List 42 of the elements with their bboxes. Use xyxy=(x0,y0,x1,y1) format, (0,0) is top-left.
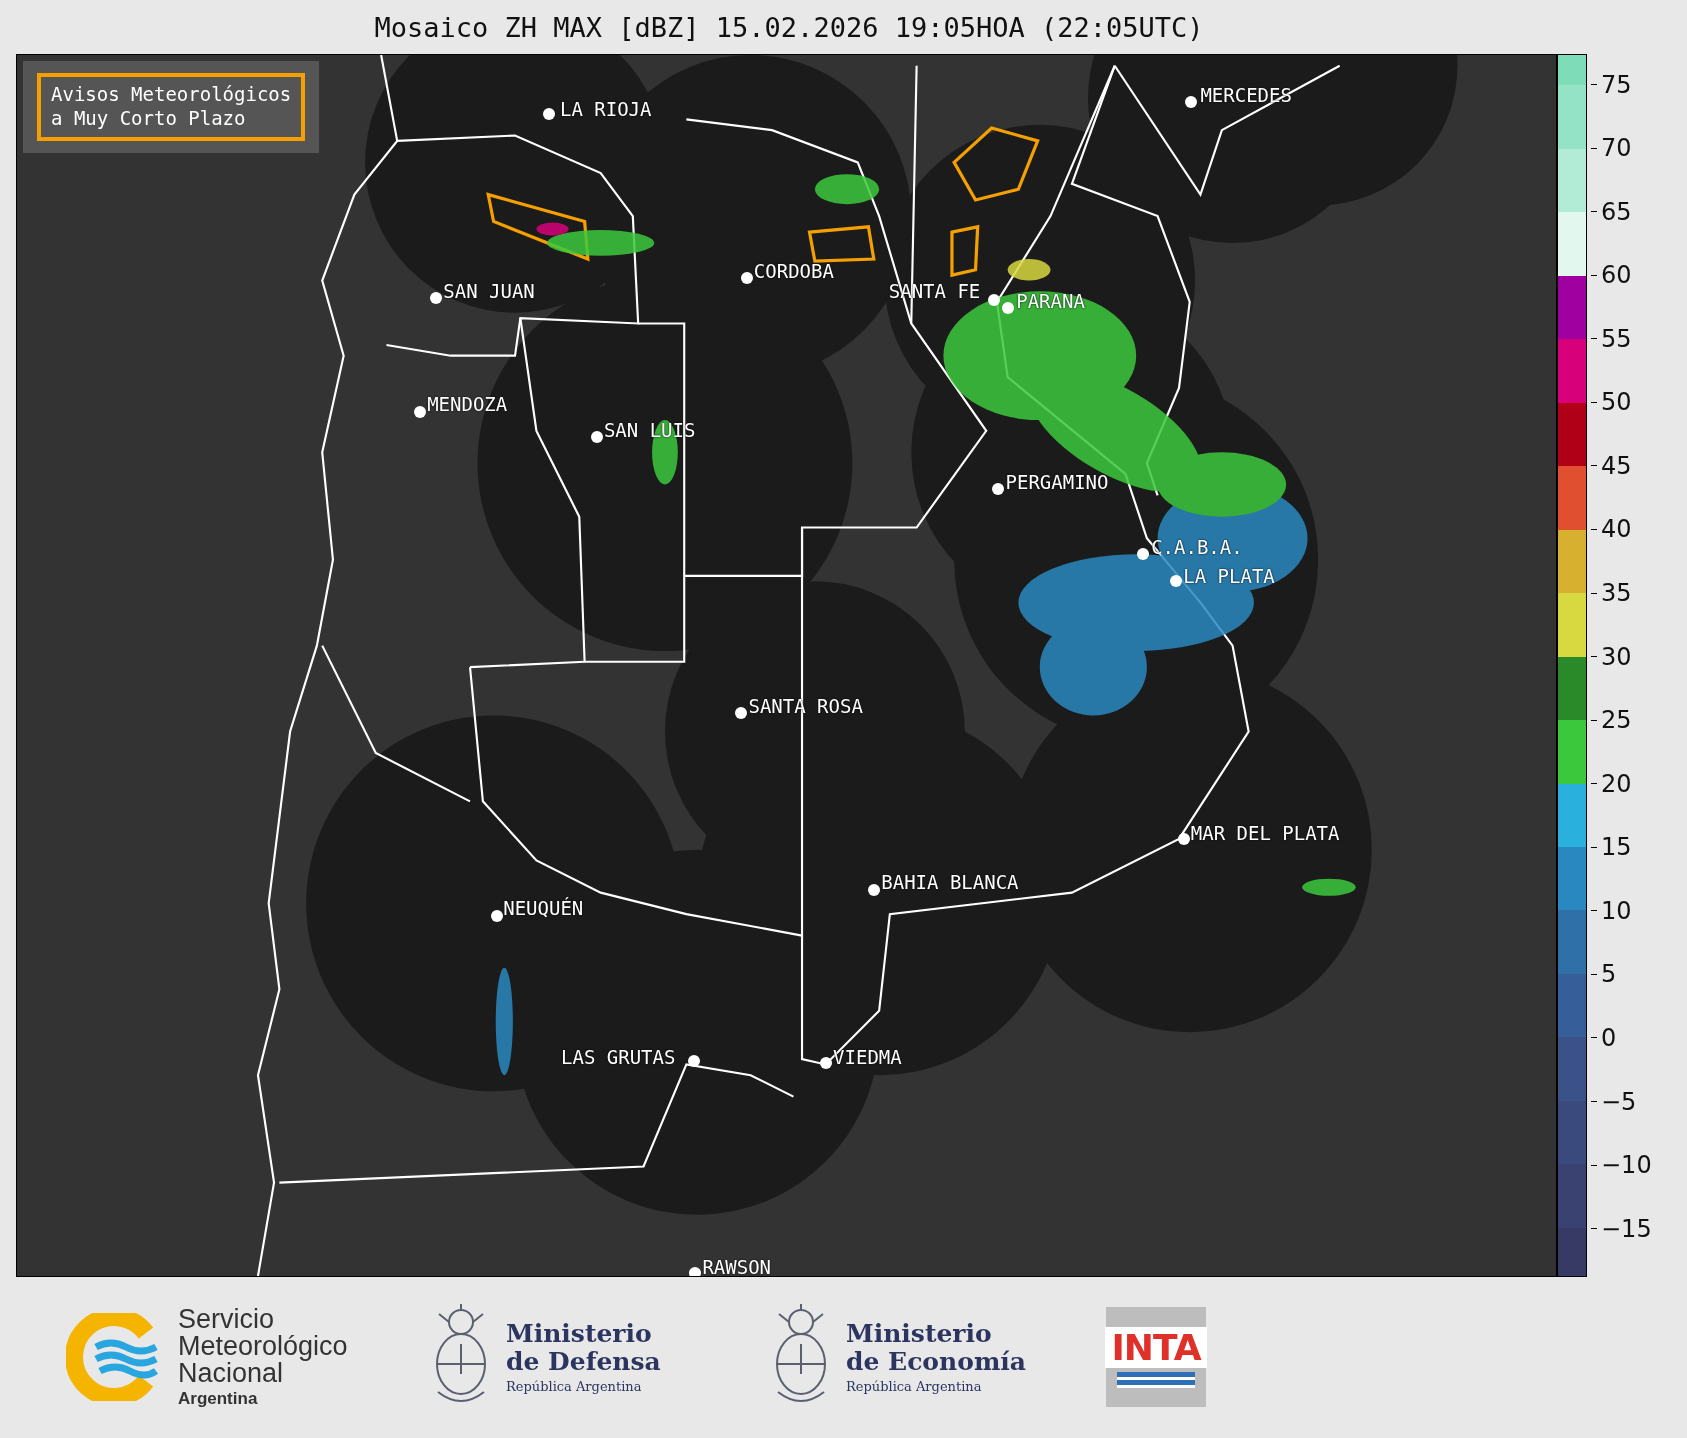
ministry-country: República Argentina xyxy=(506,1379,643,1394)
city-label: MAR DEL PLATA xyxy=(1190,823,1340,843)
city-label: RAWSON xyxy=(702,1257,772,1276)
inta-logo: INTA xyxy=(1106,1307,1206,1407)
city-label: NEUQUÉN xyxy=(503,899,584,919)
city-label: LAS GRUTAS xyxy=(561,1048,676,1068)
scale-tick-label: 0 xyxy=(1601,1024,1617,1052)
city-label: BAHIA BLANCA xyxy=(881,873,1019,893)
scale-tick-label: −5 xyxy=(1601,1087,1637,1116)
scale-tick-label: 5 xyxy=(1601,960,1617,989)
city-label: LA PLATA xyxy=(1183,567,1275,587)
scale-tick-label: 15 xyxy=(1601,833,1632,862)
scale-tick-label: −10 xyxy=(1601,1151,1652,1180)
scale-tick-label: 50 xyxy=(1601,388,1632,417)
city-label: SAN JUAN xyxy=(443,281,535,301)
scale-tick-label: 20 xyxy=(1601,769,1632,798)
warning-legend: Avisos Meteorológicos a Muy Corto Plazo xyxy=(37,73,306,141)
scale-tick-label: 45 xyxy=(1601,451,1632,480)
scale-tick-label: 35 xyxy=(1601,579,1632,608)
city-label: PARANA xyxy=(1016,292,1085,312)
scale-tick-label: 30 xyxy=(1601,642,1632,671)
city-label: CORDOBA xyxy=(753,262,834,282)
ministry-name: Ministerio de Economía xyxy=(846,1320,1027,1375)
scale-tick-label: −15 xyxy=(1601,1214,1652,1243)
chart-title: Mosaico ZH MAX [dBZ] 15.02.2026 19:05HOA (22:05UTC) xyxy=(373,10,1205,45)
city-label: PERGAMINO xyxy=(1005,472,1109,492)
scale-tick-label: 70 xyxy=(1601,134,1632,163)
city-label: LA RIOJA xyxy=(560,100,652,120)
scale-tick-label: 60 xyxy=(1601,261,1632,290)
scale-tick-label: 65 xyxy=(1601,197,1632,226)
scale-tick-label: 75 xyxy=(1601,70,1632,99)
city-label: MENDOZA xyxy=(427,395,508,415)
city-label: VIEDMA xyxy=(833,1048,902,1068)
scale-tick-label: 10 xyxy=(1601,896,1632,925)
ministry-name: Ministerio de Defensa xyxy=(506,1320,661,1375)
scale-tick-label: 25 xyxy=(1601,706,1632,735)
ministry-country: República Argentina xyxy=(846,1379,983,1394)
scale-tick-label: 40 xyxy=(1601,515,1632,544)
scale-tick-label: 55 xyxy=(1601,324,1632,353)
agency-name: Servicio Meteorológico Nacional xyxy=(178,1305,348,1387)
city-dot-icon xyxy=(688,1266,701,1276)
agency-country: Argentina xyxy=(178,1388,259,1409)
